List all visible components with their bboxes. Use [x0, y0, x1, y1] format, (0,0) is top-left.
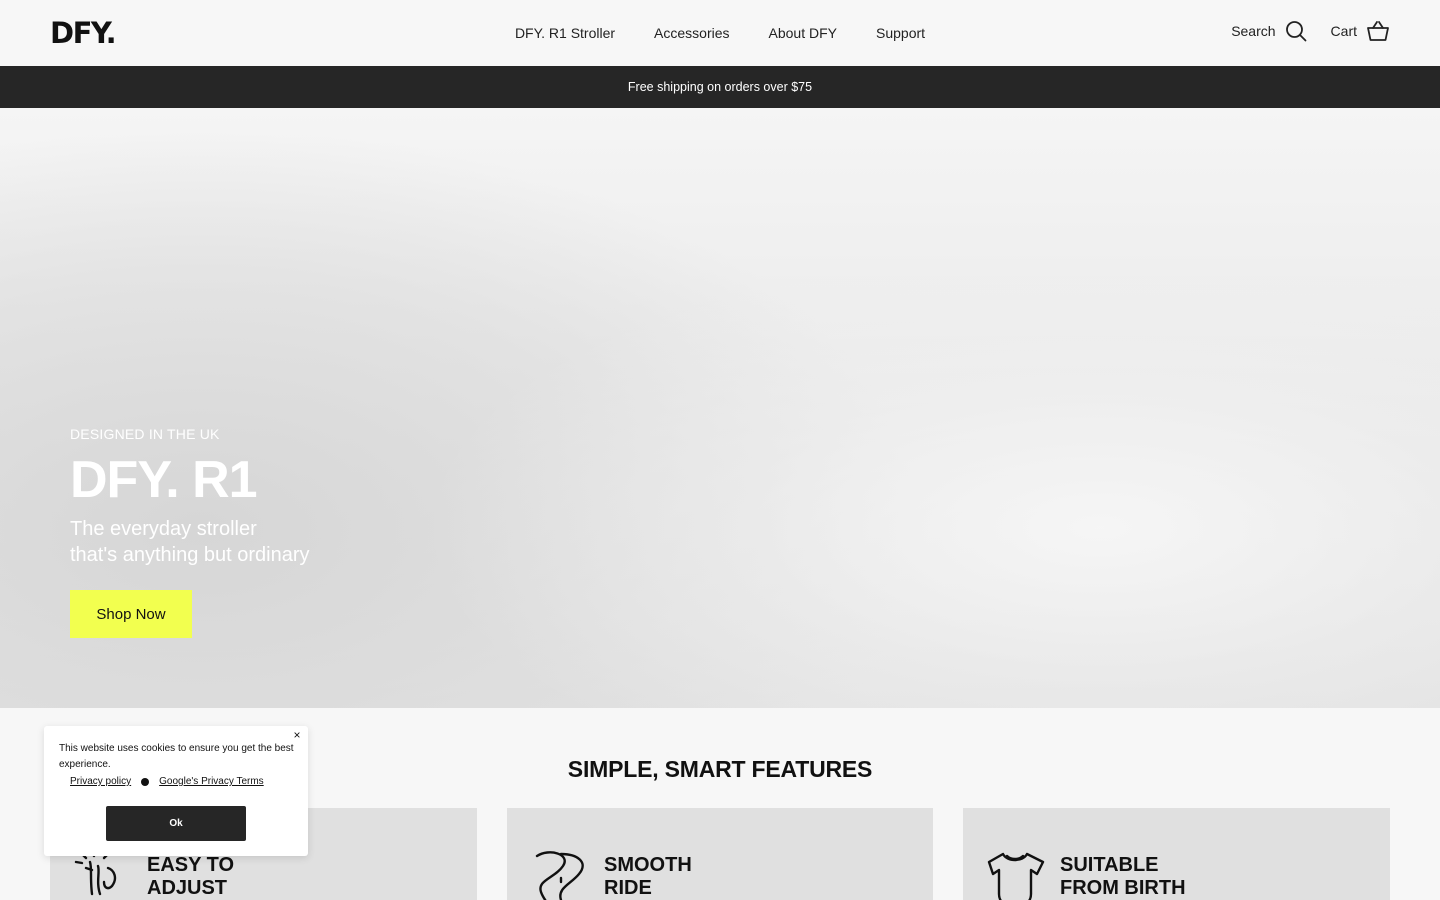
search-icon — [1285, 21, 1306, 42]
feature-label-line: ADJUST — [147, 877, 228, 899]
feature-card-from-birth[interactable]: SUITABLE FROM BIRTH — [963, 808, 1390, 900]
feature-label-line: FROM BIRTH — [1060, 877, 1186, 899]
nav-item-r1-stroller[interactable]: DFY. R1 Stroller — [515, 25, 615, 41]
hero-subtitle: The everyday stroller that's anything bu… — [70, 516, 390, 568]
hero-title: DFY. R1 — [70, 451, 258, 509]
search-button[interactable]: Search — [1231, 20, 1306, 42]
site-header: DFY. DFY. R1 Stroller Accessories About … — [0, 0, 1440, 66]
feature-label-line: SUITABLE — [1060, 854, 1159, 876]
cart-button[interactable]: Cart — [1331, 20, 1390, 42]
cookie-message: This website uses cookies to ensure you … — [59, 743, 294, 770]
nav-item-about[interactable]: About DFY — [769, 25, 837, 41]
shop-now-button[interactable]: Shop Now — [70, 590, 192, 638]
privacy-policy-link[interactable]: Privacy policy — [70, 776, 131, 787]
onesie-icon — [987, 852, 1045, 900]
hero-banner: DESIGNED IN THE UK DFY. R1 The everyday … — [0, 108, 1440, 708]
separator-dot — [141, 777, 150, 786]
site-logo[interactable]: DFY. — [50, 16, 117, 50]
cart-label: Cart — [1330, 23, 1357, 39]
nav-item-accessories[interactable]: Accessories — [654, 25, 729, 41]
announcement-text: Free shipping on orders over $75 — [627, 80, 813, 94]
road-icon — [535, 851, 584, 900]
feature-label-adjust: EASY TO ADJUST — [147, 854, 287, 900]
close-icon[interactable]: × — [290, 728, 304, 742]
cookie-banner: × This website uses cookies to ensure yo… — [44, 726, 308, 856]
cookie-links: Privacy policy Google's Privacy Terms — [70, 776, 264, 787]
cookie-ok-button[interactable]: Ok — [106, 806, 246, 841]
feature-card-smooth-ride[interactable]: SMOOTH RIDE — [507, 808, 933, 900]
main-nav: DFY. R1 Stroller Accessories About DFY S… — [0, 0, 1440, 66]
google-privacy-link[interactable]: Google's Privacy Terms — [159, 776, 264, 787]
nav-item-support[interactable]: Support — [876, 25, 925, 41]
hero-subtitle-line-1: The everyday stroller — [70, 518, 257, 540]
feature-label-line: SMOOTH — [604, 854, 692, 876]
hero-subtitle-line-2: that's anything but ordinary — [70, 544, 310, 566]
feature-label-line: EASY TO — [147, 854, 235, 876]
search-label: Search — [1231, 23, 1276, 39]
feature-label-smooth-ride: SMOOTH RIDE — [604, 854, 744, 900]
feature-label-from-birth: SUITABLE FROM BIRTH — [1060, 854, 1200, 900]
hero-kicker: DESIGNED IN THE UK — [70, 426, 220, 442]
feature-label-line: RIDE — [604, 877, 652, 899]
basket-icon — [1367, 21, 1389, 41]
announcement-bar: Free shipping on orders over $75 — [0, 66, 1440, 108]
